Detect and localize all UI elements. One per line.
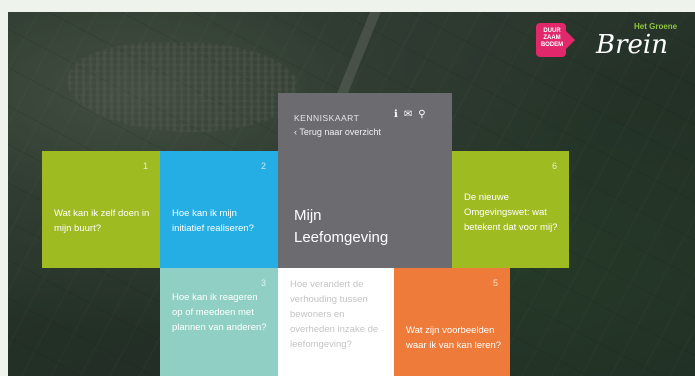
het-groene-brein-logo[interactable]: Het Groene Brein: [594, 18, 694, 62]
tile-number: 3: [260, 278, 266, 288]
logo-text: DUUR ZAAM BODEM: [540, 28, 564, 48]
kenniskaart-label: KENNISKAART: [294, 113, 360, 123]
title-line-1: Mijn: [294, 207, 322, 224]
question-tile-3[interactable]: 3 Hoe kan ik reageren op of meedoen met …: [160, 268, 278, 376]
question-tile-2[interactable]: 2 Hoe kan ik mijn initiatief realiseren?: [160, 151, 278, 268]
info-icon[interactable]: ℹ: [394, 109, 398, 120]
search-icon[interactable]: ⚲: [418, 109, 425, 120]
tile-number: 5: [492, 278, 498, 288]
tile-question: De nieuwe Omgevingswet: wat betekent dat…: [464, 192, 558, 233]
question-tile-5[interactable]: 5 Wat zijn voorbeelden waar ik van kan l…: [394, 268, 510, 376]
tile-number: 6: [551, 161, 557, 171]
tile-question: Wat kan ik zelf doen in mijn buurt?: [54, 208, 150, 234]
back-to-overview-link[interactable]: ‹ Terug naar overzicht: [294, 127, 381, 137]
tile-number: 1: [142, 161, 148, 171]
toolbar-icons: ℹ ✉ ⚲: [394, 109, 426, 120]
page-title: Mijn Leefomgeving: [294, 205, 388, 249]
logo-brein-big: Brein: [596, 30, 668, 60]
question-tile-4[interactable]: Hoe verandert de verhouding tussen bewon…: [278, 268, 394, 376]
tile-question: Hoe verandert de verhouding tussen bewon…: [290, 279, 379, 350]
tile-question: Hoe kan ik mijn initiatief realiseren?: [172, 208, 254, 234]
question-tile-6[interactable]: 6 De nieuwe Omgevingswet: wat betekent d…: [452, 151, 569, 268]
title-line-2: Leefomgeving: [294, 229, 389, 246]
tile-number: 2: [260, 161, 266, 171]
back-link-label: Terug naar overzicht: [299, 127, 381, 137]
kenniskaart-center-panel: KENNISKAART ℹ ✉ ⚲ ‹ Terug naar overzicht…: [278, 93, 452, 268]
duurzaam-bodem-logo[interactable]: DUUR ZAAM BODEM: [536, 22, 576, 58]
mail-icon[interactable]: ✉: [404, 109, 412, 120]
tile-question: Hoe kan ik reageren op of meedoen met pl…: [172, 292, 267, 333]
tile-question: Wat zijn voorbeelden waar ik van kan ler…: [406, 325, 502, 351]
question-tile-1[interactable]: 1 Wat kan ik zelf doen in mijn buurt?: [42, 151, 160, 268]
